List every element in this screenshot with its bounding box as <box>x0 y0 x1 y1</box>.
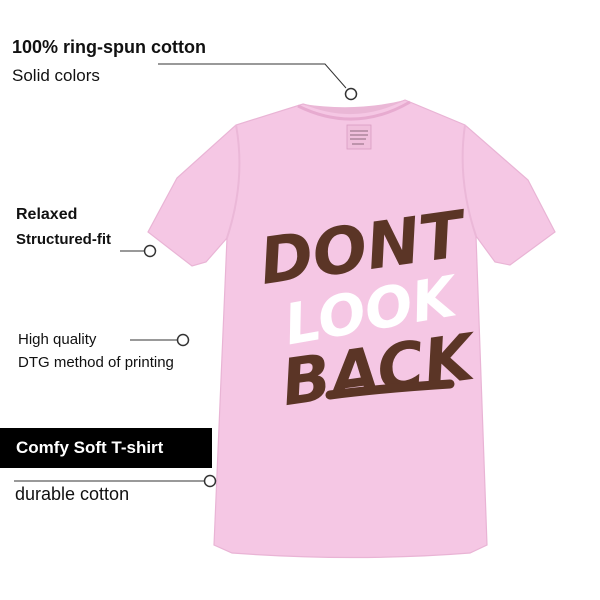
feature-fit-title: Relaxed <box>16 206 78 223</box>
feature-comfort-subtitle: durable cotton <box>15 484 130 504</box>
comfort-badge-label: Comfy Soft T-shirt <box>16 438 164 457</box>
feature-material-title: 100% ring-spun cotton <box>12 37 207 57</box>
feature-fit-subtitle: Structured-fit <box>16 231 111 248</box>
comfort-badge: Comfy Soft T-shirt <box>0 428 212 468</box>
feature-print-title: High quality <box>18 331 97 348</box>
callout-line-material <box>158 63 347 89</box>
callout-dot-print <box>176 333 190 347</box>
callout-dot-fit <box>143 244 157 258</box>
callout-lines <box>14 63 358 488</box>
callout-dot-comfort <box>203 474 217 488</box>
feature-material-subtitle: Solid colors <box>12 66 100 85</box>
callout-dot-material <box>344 87 358 101</box>
feature-print-subtitle: DTG method of printing <box>18 354 174 371</box>
